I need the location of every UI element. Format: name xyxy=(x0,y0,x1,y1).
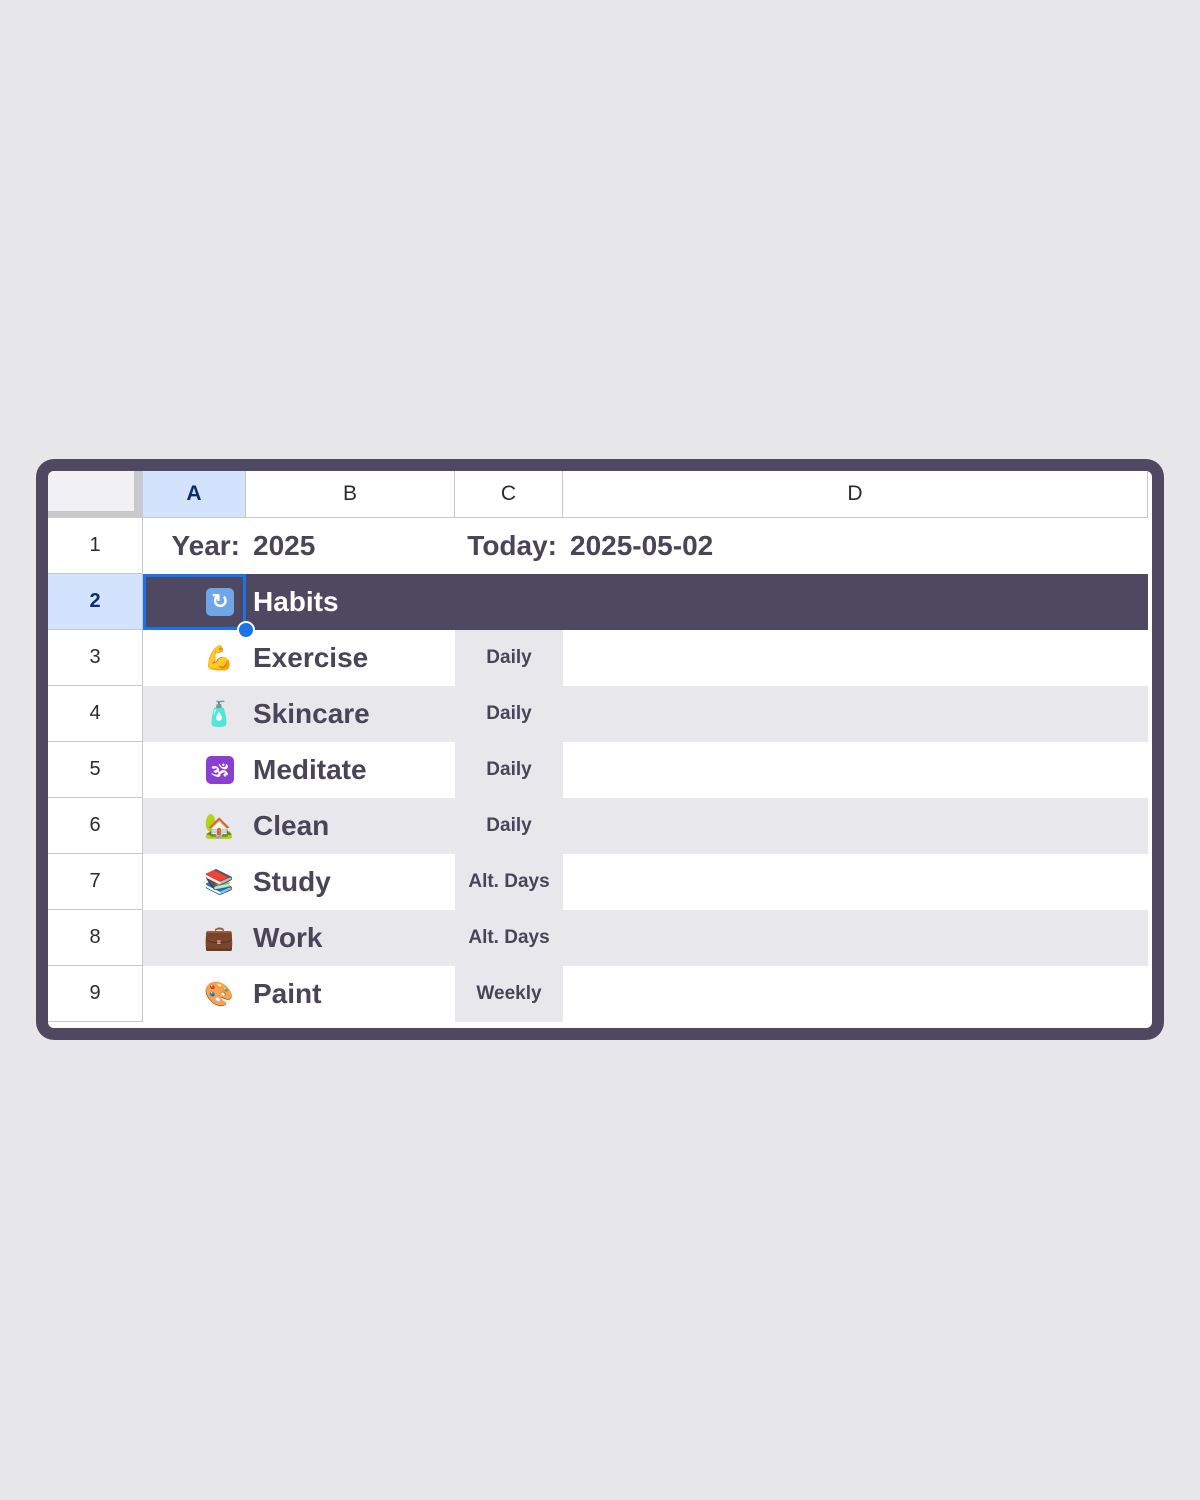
column-header-b[interactable]: B xyxy=(246,471,455,518)
cell-d1[interactable]: 2025-05-02 xyxy=(563,518,1148,574)
cell-a2-selected[interactable]: ↻ xyxy=(143,574,255,639)
column-header-d[interactable]: D xyxy=(563,471,1148,518)
row-header-8[interactable]: 8 xyxy=(48,910,143,966)
cell-c3[interactable]: Daily xyxy=(455,630,563,686)
cell-b4[interactable]: Skincare xyxy=(246,686,455,742)
cell-d7[interactable] xyxy=(563,854,1148,910)
row-header-5[interactable]: 5 xyxy=(48,742,143,798)
row-header-7[interactable]: 7 xyxy=(48,854,143,910)
cell-c6[interactable]: Daily xyxy=(455,798,563,854)
cell-b9[interactable]: Paint xyxy=(246,966,455,1022)
cell-c7[interactable]: Alt. Days xyxy=(455,854,563,910)
cell-b7[interactable]: Study xyxy=(246,854,455,910)
cell-a3[interactable]: 💪 xyxy=(143,630,246,686)
cell-a9[interactable]: 🎨 xyxy=(143,966,246,1022)
cell-c9[interactable]: Weekly xyxy=(455,966,563,1022)
cell-b2[interactable]: Habits xyxy=(246,574,455,630)
refresh-icon: ↻ xyxy=(206,588,234,616)
sheet-grid: A B C D 1 Year: 2025 Today: 2025-05-02 2… xyxy=(48,471,1148,1022)
cell-d5[interactable] xyxy=(563,742,1148,798)
briefcase-icon: 💼 xyxy=(204,924,234,952)
cell-b6[interactable]: Clean xyxy=(246,798,455,854)
cell-d3[interactable] xyxy=(563,630,1148,686)
cell-b3[interactable]: Exercise xyxy=(246,630,455,686)
row-header-6[interactable]: 6 xyxy=(48,798,143,854)
cell-b5[interactable]: Meditate xyxy=(246,742,455,798)
lotion-bottle-icon: 🧴 xyxy=(204,700,234,728)
cell-c2[interactable] xyxy=(455,574,563,630)
cell-a5[interactable]: 🕉 xyxy=(143,742,246,798)
row-header-1[interactable]: 1 xyxy=(48,518,143,574)
cell-b8[interactable]: Work xyxy=(246,910,455,966)
books-icon: 📚 xyxy=(204,868,234,896)
row-header-2[interactable]: 2 xyxy=(48,574,143,630)
cell-b1[interactable]: 2025 xyxy=(246,518,455,574)
spreadsheet-frame: A B C D 1 Year: 2025 Today: 2025-05-02 2… xyxy=(36,459,1164,1040)
cell-d6[interactable] xyxy=(563,798,1148,854)
cell-a4[interactable]: 🧴 xyxy=(143,686,246,742)
artist-palette-icon: 🎨 xyxy=(204,980,234,1008)
cell-a1[interactable]: Year: xyxy=(143,518,246,574)
row-header-4[interactable]: 4 xyxy=(48,686,143,742)
cell-c8[interactable]: Alt. Days xyxy=(455,910,563,966)
cell-d9[interactable] xyxy=(563,966,1148,1022)
cell-c5[interactable]: Daily xyxy=(455,742,563,798)
column-header-a[interactable]: A xyxy=(143,471,246,518)
cell-a7[interactable]: 📚 xyxy=(143,854,246,910)
cell-d4[interactable] xyxy=(563,686,1148,742)
house-with-garden-icon: 🏡 xyxy=(204,812,234,840)
column-header-c[interactable]: C xyxy=(455,471,563,518)
spreadsheet: A B C D 1 Year: 2025 Today: 2025-05-02 2… xyxy=(48,471,1152,1028)
cell-a6[interactable]: 🏡 xyxy=(143,798,246,854)
cell-a8[interactable]: 💼 xyxy=(143,910,246,966)
row-header-9[interactable]: 9 xyxy=(48,966,143,1022)
cell-c4[interactable]: Daily xyxy=(455,686,563,742)
cell-c1[interactable]: Today: xyxy=(455,518,563,574)
cell-d8[interactable] xyxy=(563,910,1148,966)
fill-handle[interactable] xyxy=(237,621,255,639)
cell-d2[interactable] xyxy=(563,574,1148,630)
om-icon: 🕉 xyxy=(206,756,234,784)
flexed-biceps-icon: 💪 xyxy=(204,644,234,672)
row-header-3[interactable]: 3 xyxy=(48,630,143,686)
select-all-corner[interactable] xyxy=(48,471,143,518)
